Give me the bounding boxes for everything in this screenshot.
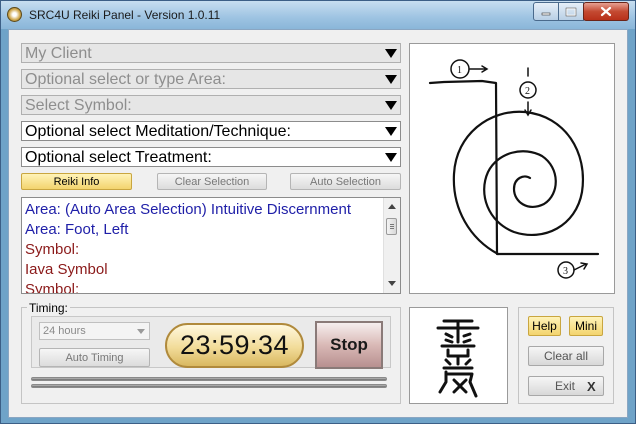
title-bar[interactable]: SRC4U Reiki Panel - Version 1.0.11 [1, 1, 635, 29]
info-line: Area: Foot, Left [25, 221, 129, 238]
client-select[interactable]: My Client [21, 43, 401, 63]
maximize-button[interactable] [558, 2, 584, 21]
window-title: SRC4U Reiki Panel - Version 1.0.11 [29, 8, 221, 22]
exit-button-label: Exit [555, 379, 576, 393]
chevron-down-icon[interactable] [382, 148, 400, 166]
grip-line [390, 224, 394, 225]
symbol-select-placeholder: Select Symbol: [25, 97, 132, 114]
grip-line [390, 226, 394, 227]
step-label: 2 [525, 86, 530, 97]
app-window: SRC4U Reiki Panel - Version 1.0.11 My Cl… [0, 0, 636, 424]
hours-select-value: 24 hours [43, 325, 86, 337]
scroll-thumb[interactable] [386, 218, 397, 235]
progress-track [31, 377, 387, 381]
treatment-select-placeholder: Optional select Treatment: [25, 149, 212, 166]
kanji-image-panel [409, 307, 508, 404]
client-select-value: My Client [25, 45, 92, 62]
reiki-kanji [436, 319, 480, 398]
step-label: 1 [457, 65, 462, 76]
info-line: Iava Symbol [25, 261, 108, 278]
close-icon [600, 6, 612, 17]
exit-button[interactable]: Exit X [528, 376, 604, 396]
minimize-icon [541, 12, 551, 15]
timing-label: Timing: [27, 301, 70, 315]
reiki-spiral-symbol: 1 2 3 [428, 59, 600, 279]
chevron-down-icon[interactable] [382, 122, 400, 140]
area-select[interactable]: Optional select or type Area: [21, 69, 401, 89]
hours-select[interactable]: 24 hours [39, 322, 150, 340]
reiki-info-button[interactable]: Reiki Info [21, 173, 132, 190]
info-line: Area: (Auto Area Selection) Intuitive Di… [25, 201, 351, 218]
reiki-info-text-box[interactable]: Area: (Auto Area Selection) Intuitive Di… [21, 197, 401, 294]
auto-timing-button[interactable]: Auto Timing [39, 348, 150, 367]
scroll-up-icon[interactable] [388, 204, 396, 209]
stop-button[interactable]: Stop [315, 321, 383, 369]
symbol-image-panel: 1 2 3 [409, 43, 615, 294]
app-logo-icon [7, 7, 22, 22]
meditation-select[interactable]: Optional select Meditation/Technique: [21, 121, 401, 141]
clear-all-button[interactable]: Clear all [528, 346, 604, 366]
grip-line [390, 228, 394, 229]
countdown-timer: 23:59:34 [165, 323, 304, 368]
help-button[interactable]: Help [528, 316, 561, 336]
vertical-scrollbar[interactable] [383, 198, 400, 293]
step-label: 3 [563, 266, 568, 277]
treatment-select[interactable]: Optional select Treatment: [21, 147, 401, 167]
exit-icon: X [587, 378, 596, 394]
chevron-down-icon[interactable] [382, 44, 400, 62]
clear-selection-button[interactable]: Clear Selection [157, 173, 267, 190]
main-panel: My Client Optional select or type Area: … [8, 29, 628, 418]
progress-track [31, 384, 387, 388]
maximize-icon [565, 7, 577, 16]
info-line: Symbol: [25, 241, 80, 258]
mini-button[interactable]: Mini [569, 316, 603, 336]
close-button[interactable] [583, 2, 629, 21]
auto-selection-button[interactable]: Auto Selection [290, 173, 401, 190]
symbol-select[interactable]: Select Symbol: [21, 95, 401, 115]
chevron-down-icon[interactable] [137, 329, 145, 334]
chevron-down-icon[interactable] [382, 96, 400, 114]
meditation-select-placeholder: Optional select Meditation/Technique: [25, 123, 291, 140]
scroll-down-icon[interactable] [388, 281, 396, 286]
info-line: Symbol: [25, 281, 80, 294]
minimize-button[interactable] [533, 2, 559, 21]
chevron-down-icon[interactable] [382, 70, 400, 88]
area-select-placeholder: Optional select or type Area: [25, 71, 226, 88]
